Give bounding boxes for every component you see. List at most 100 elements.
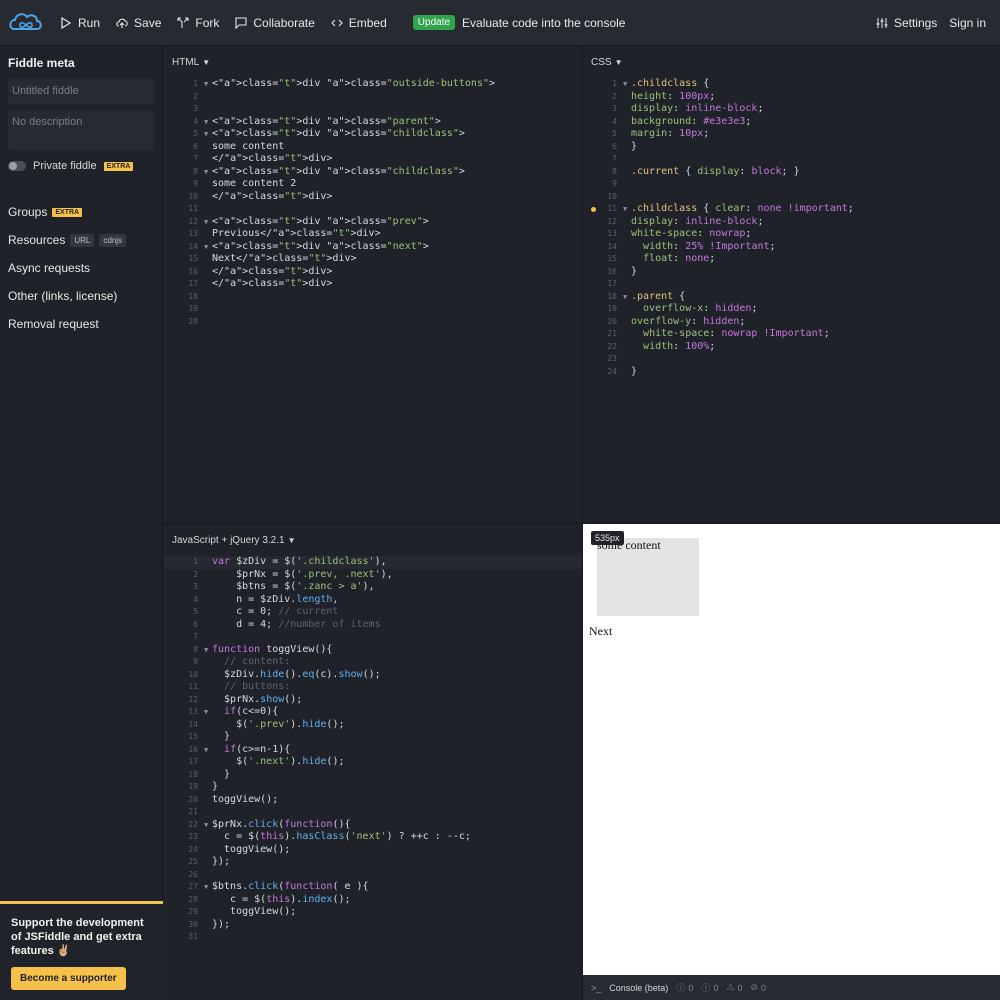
html-panel-header[interactable]: HTML ▼: [164, 46, 582, 78]
fold-toggle-icon[interactable]: ▼: [623, 291, 627, 304]
fold-toggle-icon[interactable]: ▼: [204, 128, 208, 141]
html-code-line[interactable]: 17 </"a">class="t">div>: [164, 278, 582, 291]
js-code-line[interactable]: 22 ▼ $prNx.click(function(){: [164, 819, 582, 832]
sign-in-link[interactable]: Sign in: [949, 16, 986, 30]
js-code-line[interactable]: 21: [164, 806, 582, 819]
js-code-line[interactable]: 25});: [164, 856, 582, 869]
html-code-line[interactable]: 12 ▼ <"a">class="t">div "a">class="prev">: [164, 216, 582, 229]
js-code-line[interactable]: 20 toggView();: [164, 794, 582, 807]
update-badge[interactable]: Update: [412, 15, 456, 30]
css-code-line[interactable]: 6}: [583, 141, 1000, 154]
console-bar[interactable]: >_ Console (beta) ⓘ 0 ⓘ 0 ⚠ 0 ⊘ 0: [583, 975, 1000, 1000]
html-code-line[interactable]: 4 ▼ <"a">class="t">div "a">class="parent">: [164, 116, 582, 129]
css-code-line[interactable]: 11 ▼ .childclass { clear: none !important;: [583, 203, 1000, 216]
js-code-line[interactable]: 26: [164, 869, 582, 882]
js-code-line[interactable]: 24 toggView();: [164, 844, 582, 857]
css-code-line[interactable]: 23: [583, 353, 1000, 366]
sidebar-item-removal-request[interactable]: Removal request: [0, 310, 162, 338]
js-code-line[interactable]: 9 // content:: [164, 656, 582, 669]
become-supporter-button[interactable]: Become a supporter: [11, 967, 126, 990]
html-code-line[interactable]: 8 ▼ <"a">class="t">div "a">class="childcla…: [164, 166, 582, 179]
html-code-line[interactable]: 13 Previous</"a">class="t">div>: [164, 228, 582, 241]
sidebar-item-groups[interactable]: Groups EXTRA: [0, 198, 162, 226]
js-code-line[interactable]: 13 ▼ if(c<=0){: [164, 706, 582, 719]
css-code-line[interactable]: 19 overflow-x: hidden;: [583, 303, 1000, 316]
css-code-line[interactable]: 10: [583, 191, 1000, 204]
css-panel-header[interactable]: CSS ▼: [583, 46, 1000, 78]
html-code-line[interactable]: 1 ▼ <"a">class="t">div "a">class="outside-…: [164, 78, 582, 91]
css-code-line[interactable]: 1 ▼ .childclass {: [583, 78, 1000, 91]
result-frame[interactable]: some content 535px Next: [583, 524, 1000, 975]
fiddle-description-input[interactable]: No description: [8, 110, 154, 150]
js-code-line[interactable]: 5 c = 0; // current: [164, 606, 582, 619]
html-code-line[interactable]: 18: [164, 291, 582, 304]
save-button[interactable]: Save: [116, 16, 161, 30]
fold-toggle-icon[interactable]: ▼: [204, 881, 208, 894]
url-pill[interactable]: URL: [70, 233, 95, 247]
js-code-line[interactable]: 16 ▼ if(c>=n-1){: [164, 744, 582, 757]
fold-toggle-icon[interactable]: ▼: [204, 706, 208, 719]
js-code-line[interactable]: 31: [164, 931, 582, 944]
fold-toggle-icon[interactable]: ▼: [204, 116, 208, 129]
js-code-line[interactable]: 23 c = $(this).hasClass('next') ? ++c : …: [164, 831, 582, 844]
js-editor[interactable]: 1 var $zDiv = $('.childclass'), 2 $prNx = …: [164, 556, 582, 944]
html-code-line[interactable]: 9 some content 2: [164, 178, 582, 191]
js-code-line[interactable]: 27 ▼ $btns.click(function( e ){: [164, 881, 582, 894]
html-code-line[interactable]: 2: [164, 91, 582, 104]
css-code-line[interactable]: 16}: [583, 266, 1000, 279]
result-next[interactable]: Next: [589, 624, 612, 639]
js-code-line[interactable]: 15 }: [164, 731, 582, 744]
fold-toggle-icon[interactable]: ▼: [204, 241, 208, 254]
html-code-line[interactable]: 10 </"a">class="t">div>: [164, 191, 582, 204]
js-code-line[interactable]: 30});: [164, 919, 582, 932]
fold-toggle-icon[interactable]: ▼: [204, 644, 208, 657]
css-code-line[interactable]: 9: [583, 178, 1000, 191]
js-panel-header[interactable]: JavaScript + jQuery 3.2.1 ▼: [164, 524, 582, 556]
js-code-line[interactable]: 14 $('.prev').hide();: [164, 719, 582, 732]
css-code-line[interactable]: 7: [583, 153, 1000, 166]
js-code-line[interactable]: 2 $prNx = $('.prev, .next'),: [164, 569, 582, 582]
settings-button[interactable]: Settings: [876, 16, 937, 30]
sidebar-item-other[interactable]: Other (links, license): [0, 282, 162, 310]
css-code-line[interactable]: 21 white-space: nowrap !Important;: [583, 328, 1000, 341]
fork-button[interactable]: Fork: [177, 16, 219, 30]
fold-toggle-icon[interactable]: ▼: [204, 744, 208, 757]
css-code-line[interactable]: 22 width: 100%;: [583, 341, 1000, 354]
css-code-line[interactable]: 8 .current { display: block; }: [583, 166, 1000, 179]
html-code-line[interactable]: 6 some content: [164, 141, 582, 154]
html-code-line[interactable]: 19: [164, 303, 582, 316]
css-code-line[interactable]: 15 float: none;: [583, 253, 1000, 266]
html-code-line[interactable]: 20: [164, 316, 582, 329]
html-code-line[interactable]: 3: [164, 103, 582, 116]
fold-toggle-icon[interactable]: ▼: [204, 166, 208, 179]
sidebar-item-resources[interactable]: Resources URL cdnjs: [0, 226, 162, 254]
html-editor[interactable]: 1 ▼ <"a">class="t">div "a">class="outside-…: [164, 78, 582, 328]
jsfiddle-logo-icon[interactable]: [8, 9, 44, 37]
js-code-line[interactable]: 28 c = $(this).index();: [164, 894, 582, 907]
css-code-line[interactable]: 17: [583, 278, 1000, 291]
css-code-line[interactable]: 13 white-space: nowrap;: [583, 228, 1000, 241]
html-code-line[interactable]: 15 Next</"a">class="t">div>: [164, 253, 582, 266]
run-button[interactable]: Run: [60, 16, 100, 30]
js-code-line[interactable]: 1 var $zDiv = $('.childclass'),: [164, 556, 582, 569]
js-code-line[interactable]: 10 $zDiv.hide().eq(c).show();: [164, 669, 582, 682]
fold-toggle-icon[interactable]: ▼: [204, 819, 208, 832]
html-code-line[interactable]: 5 ▼ <"a">class="t">div "a">class="childcla…: [164, 128, 582, 141]
js-code-line[interactable]: 3 $btns = $('.zanc > a'),: [164, 581, 582, 594]
js-code-line[interactable]: 11 // buttons:: [164, 681, 582, 694]
html-code-line[interactable]: 14 ▼ <"a">class="t">div "a">class="next">: [164, 241, 582, 254]
cdnjs-pill[interactable]: cdnjs: [99, 233, 127, 247]
fold-toggle-icon[interactable]: ▼: [204, 78, 208, 91]
css-code-line[interactable]: 24}: [583, 366, 1000, 379]
js-code-line[interactable]: 18 }: [164, 769, 582, 782]
collaborate-button[interactable]: Collaborate: [235, 16, 315, 30]
css-editor[interactable]: 1 ▼ .childclass {2 height: 100px; 3 display: …: [583, 78, 1000, 378]
css-code-line[interactable]: 14 width: 25% !Important;: [583, 241, 1000, 254]
js-code-line[interactable]: 19}: [164, 781, 582, 794]
css-code-line[interactable]: 2 height: 100px;: [583, 91, 1000, 104]
css-code-line[interactable]: 20 overflow-y: hidden;: [583, 316, 1000, 329]
css-code-line[interactable]: 5 margin: 10px;: [583, 128, 1000, 141]
css-code-line[interactable]: 3 display: inline-block;: [583, 103, 1000, 116]
html-code-line[interactable]: 16 </"a">class="t">div>: [164, 266, 582, 279]
css-code-line[interactable]: 12 display: inline-block;: [583, 216, 1000, 229]
